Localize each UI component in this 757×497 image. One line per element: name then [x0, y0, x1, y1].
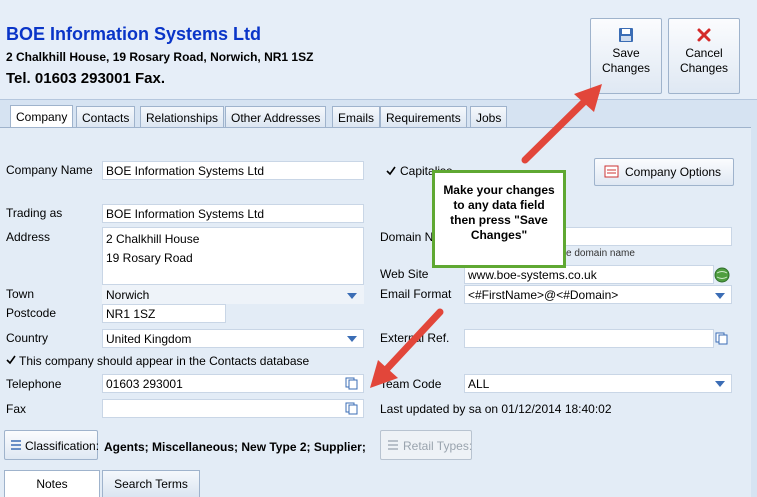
country-dropdown-arrow-icon[interactable]	[346, 333, 358, 345]
external-ref-input[interactable]	[464, 329, 714, 348]
fax-input[interactable]	[102, 399, 364, 418]
domain-input[interactable]	[564, 227, 732, 246]
email-format-label: Email Format	[380, 287, 452, 301]
team-code-value: ALL	[468, 377, 490, 391]
email-format-value: <#FirstName>@<#Domain>	[468, 288, 619, 302]
company-name-label: Company Name	[6, 163, 93, 177]
company-address-summary: 2 Chalkhill House, 19 Rosary Road, Norwi…	[6, 50, 314, 64]
notes-tab-strip: Notes Search Terms	[0, 470, 757, 497]
telephone-label: Telephone	[6, 377, 62, 391]
team-code-dropdown-arrow-icon[interactable]	[714, 378, 726, 390]
tab-requirements[interactable]: Requirements	[380, 106, 467, 128]
email-format-dropdown-arrow-icon[interactable]	[714, 290, 726, 302]
company-title: BOE Information Systems Ltd	[6, 24, 262, 44]
cancel-changes-button[interactable]: Cancel Changes	[668, 18, 740, 94]
save-changes-label: Save Changes	[601, 46, 651, 75]
tab-search-terms[interactable]: Search Terms	[102, 470, 200, 497]
tab-notes[interactable]: Notes	[4, 470, 100, 497]
retail-types-button[interactable]: Retail Types:	[380, 430, 472, 460]
company-options-button[interactable]: Company Options	[594, 158, 734, 186]
town-dropdown[interactable]: Norwich	[102, 285, 364, 304]
trading-as-input[interactable]: BOE Information Systems Ltd	[102, 204, 364, 223]
classification-label: Classification:	[25, 439, 100, 453]
classification-value: Agents; Miscellaneous; New Type 2; Suppl…	[104, 440, 366, 454]
tab-other-addresses[interactable]: Other Addresses	[225, 106, 327, 128]
instruction-callout: Make your changes to any data field then…	[432, 170, 566, 268]
external-ref-label: External Ref.	[380, 331, 450, 345]
fax-copy-icon[interactable]	[345, 402, 358, 415]
tab-jobs[interactable]: Jobs	[470, 106, 508, 128]
country-dropdown[interactable]: United Kingdom	[102, 329, 364, 348]
company-name-input[interactable]: BOE Information Systems Ltd	[102, 161, 364, 180]
domain-label: Domain N	[380, 230, 434, 244]
address-line-2: 19 Rosary Road	[106, 251, 193, 265]
email-format-dropdown[interactable]: <#FirstName>@<#Domain>	[464, 285, 732, 304]
external-ref-copy-icon[interactable]	[715, 332, 728, 345]
town-label: Town	[6, 287, 35, 301]
address-textarea[interactable]: 2 Chalkhill House 19 Rosary Road	[102, 227, 364, 285]
town-dropdown-arrow-icon[interactable]	[346, 290, 358, 302]
save-changes-button[interactable]: Save Changes	[590, 18, 662, 94]
record-header: BOE Information Systems Ltd 2 Chalkhill …	[0, 0, 757, 100]
fax-label: Fax	[6, 402, 27, 416]
tab-relationships[interactable]: Relationships	[140, 106, 225, 128]
record-tab-strip: Company Contacts Relationships Other Add…	[0, 105, 757, 129]
company-options-icon	[604, 165, 619, 178]
tab-company[interactable]: Company	[10, 105, 74, 129]
country-value: United Kingdom	[106, 332, 192, 346]
tab-contacts[interactable]: Contacts	[76, 106, 136, 128]
team-code-dropdown[interactable]: ALL	[464, 374, 732, 393]
contacts-db-checkbox-check-icon[interactable]	[6, 355, 16, 365]
domain-hint: e domain name	[566, 248, 635, 259]
cancel-changes-label: Cancel Changes	[679, 46, 729, 75]
retail-types-label: Retail Types:	[403, 439, 473, 453]
classification-button[interactable]: Classification:	[4, 430, 100, 460]
company-tel-summary: Tel. 01603 293001 Fax.	[6, 70, 166, 87]
postcode-input[interactable]: NR1 1SZ	[102, 304, 226, 323]
town-value: Norwich	[106, 288, 150, 302]
telephone-copy-icon[interactable]	[345, 377, 358, 390]
postcode-label: Postcode	[6, 306, 57, 320]
team-code-label: Team Code	[380, 377, 442, 391]
contacts-db-label: This company should appear in the Contac…	[19, 354, 310, 368]
website-label: Web Site	[380, 267, 429, 281]
list-icon	[11, 440, 21, 450]
company-options-label: Company Options	[625, 165, 722, 179]
country-label: Country	[6, 331, 49, 345]
red-x-icon	[697, 28, 711, 42]
floppy-disk-icon	[619, 28, 633, 42]
telephone-input[interactable]: 01603 293001	[102, 374, 364, 393]
capitalise-checkbox-check-icon[interactable]	[386, 166, 396, 176]
globe-icon[interactable]	[714, 267, 730, 283]
list-icon	[388, 440, 398, 450]
address-label: Address	[6, 230, 51, 244]
last-updated-text: Last updated by sa on 01/12/2014 18:40:0…	[380, 402, 612, 416]
tab-emails[interactable]: Emails	[332, 106, 381, 128]
trading-as-label: Trading as	[6, 206, 63, 220]
address-line-1: 2 Chalkhill House	[106, 232, 200, 246]
